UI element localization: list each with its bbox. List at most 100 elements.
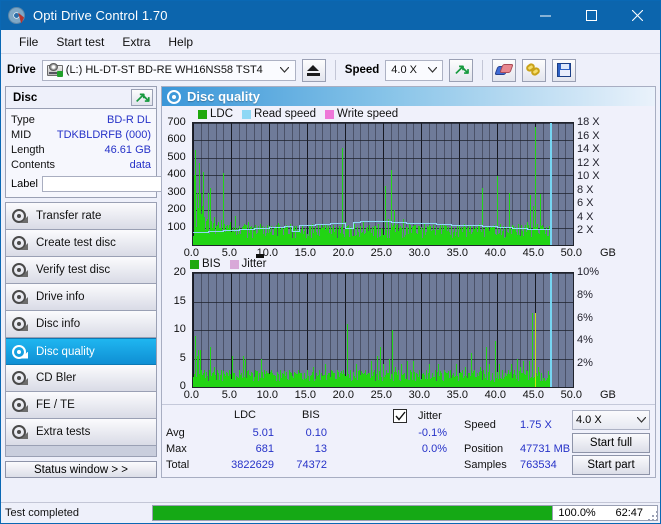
position-stat-value: 47731 MB [520, 443, 571, 455]
data-spike [298, 369, 299, 387]
data-spike [515, 226, 516, 245]
jitter-checkbox[interactable] [393, 409, 407, 423]
read-speed-segment [208, 230, 224, 232]
sidebar-item-label: Create test disc [36, 237, 116, 249]
read-speed-segment [360, 221, 376, 223]
data-spike [533, 205, 534, 245]
erase-button[interactable] [492, 58, 517, 82]
close-button[interactable] [614, 1, 660, 30]
progress-percent: 100.0% [552, 506, 615, 520]
y-tick-left: 400 [167, 168, 186, 181]
start-part-button[interactable]: Start part [572, 455, 650, 475]
data-spike [374, 369, 375, 387]
start-full-button[interactable]: Start full [572, 433, 650, 453]
minimize-button[interactable] [522, 1, 568, 30]
data-spike [377, 355, 378, 387]
data-spike [343, 369, 344, 387]
read-speed-segment [497, 227, 513, 229]
ldc-chart-legend: LDC Read speed Write speed [198, 108, 403, 120]
data-spike [471, 352, 472, 387]
speed-select[interactable]: 4.0 X [385, 59, 444, 81]
x-tick: 25.0 [370, 389, 393, 401]
data-spike [488, 226, 489, 245]
data-spike [499, 364, 500, 387]
sidebar-item-label: Disc quality [36, 345, 95, 358]
data-spike [241, 372, 242, 387]
sidebar-item-transfer-rate[interactable]: Transfer rate [6, 203, 156, 230]
x-tick: 50.0 [560, 247, 583, 259]
data-spike [342, 148, 343, 245]
save-button[interactable] [552, 58, 577, 82]
data-spike [541, 372, 542, 387]
menu-extra[interactable]: Extra [113, 32, 159, 52]
stats-total-ldc: 3822629 [231, 459, 274, 471]
data-spike [259, 372, 260, 387]
gridline-horizontal [193, 157, 573, 159]
legend-label: Read speed [254, 108, 317, 120]
data-spike [415, 224, 416, 245]
sidebar-item-verify-test-disc[interactable]: Verify test disc [6, 257, 156, 284]
data-spike [380, 347, 381, 387]
read-speed-segment [345, 228, 353, 230]
disc-refresh-button[interactable]: ↗ ↘ [131, 89, 153, 106]
maximize-button[interactable] [568, 1, 614, 30]
test-nav-list: Transfer rate Create test disc Verify te… [5, 202, 157, 457]
menu-file[interactable]: File [10, 32, 47, 52]
speed-stat-value: 1.75 X [520, 419, 552, 431]
read-speed-segment [481, 226, 497, 228]
data-spike [246, 224, 247, 245]
window-controls [522, 1, 660, 30]
data-spike [485, 225, 486, 245]
resize-grip[interactable] [648, 511, 658, 521]
y-tick-left: 700 [167, 116, 186, 128]
legend-swatch [325, 109, 335, 119]
menu-help[interactable]: Help [159, 32, 202, 52]
status-window-button[interactable]: Status window > > [5, 461, 157, 478]
data-spike [227, 372, 228, 387]
x-tick: 15.0 [294, 247, 317, 259]
data-spike [221, 369, 222, 387]
bis-plot-area[interactable] [192, 272, 574, 388]
disc-quality-panel: Disc quality LDC Read speed Write speed … [161, 86, 656, 478]
x-tick: 5.0 [221, 389, 237, 401]
legend-swatch [198, 109, 207, 119]
data-spike [381, 227, 382, 245]
data-spike [467, 227, 468, 245]
sidebar-item-cd-bler[interactable]: CD Bler [6, 365, 156, 392]
sidebar-item-drive-info[interactable]: Drive info [6, 284, 156, 311]
progress-fill [153, 506, 553, 520]
data-spike [357, 226, 358, 245]
sidebar-item-disc-quality[interactable]: Disc quality [6, 338, 156, 365]
data-spike [331, 369, 332, 387]
read-speed-segment [352, 221, 354, 230]
data-spike [313, 367, 314, 387]
data-spike [474, 369, 475, 387]
data-spike [204, 369, 205, 387]
data-spike [301, 375, 302, 387]
y-tick-right: 2 X [577, 224, 594, 237]
menu-bar: File Start test Extra Help [1, 30, 660, 54]
sidebar-item-create-test-disc[interactable]: Create test disc [6, 230, 156, 257]
data-spike [495, 341, 496, 387]
sidebar-item-label: Transfer rate [36, 210, 102, 222]
x-tick: 35.0 [446, 389, 469, 401]
drive-select[interactable]: (L:) HL-DT-ST BD-RE WH16NS58 TST4 [41, 59, 296, 81]
test-speed-select[interactable]: 4.0 X [572, 410, 650, 430]
disc-test-icon [12, 371, 28, 385]
disc-row-value: data [129, 158, 151, 171]
sidebar-item-fe-te[interactable]: FE / TE [6, 392, 156, 419]
refresh-arrows-icon: ↗ ↘ [453, 61, 471, 77]
eject-button[interactable] [301, 58, 326, 82]
sidebar-item-disc-info[interactable]: Disc info [6, 311, 156, 338]
statistics-panel: LDC BIS Jitter Avg Max Total 5.01 681 38… [162, 404, 655, 477]
ldc-plot-area[interactable] [192, 122, 574, 246]
y-tick-left: 15 [173, 294, 186, 307]
data-spike [336, 227, 337, 245]
chain-button[interactable] [522, 58, 547, 82]
refresh-button[interactable]: ↗ ↘ [449, 58, 474, 82]
menu-start-test[interactable]: Start test [47, 32, 113, 52]
read-speed-segment [284, 226, 292, 228]
sidebar-item-label: CD Bler [36, 372, 77, 384]
sidebar-item-extra-tests[interactable]: Extra tests [6, 419, 156, 446]
y-tick-right: 10 X [577, 170, 600, 183]
